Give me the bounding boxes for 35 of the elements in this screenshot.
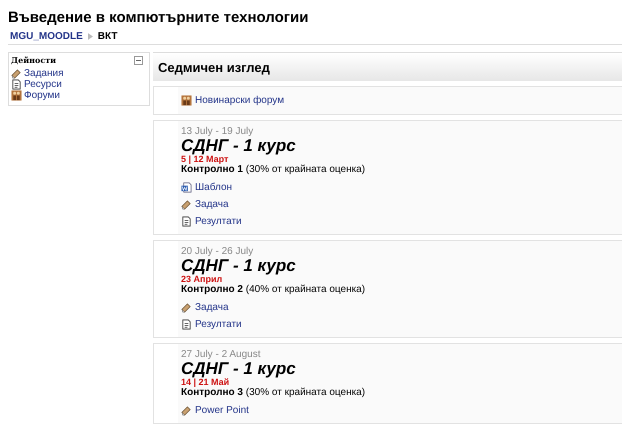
resource-link[interactable]: Шаблон <box>195 179 232 196</box>
resource-link[interactable]: Резултати <box>195 213 242 230</box>
week-title: СДНГ - 1 курс <box>181 257 297 274</box>
news-forum-link[interactable]: Новинарски форум <box>195 92 284 109</box>
week-dates: 20 July - 26 July <box>181 246 254 257</box>
date-note: 14 | 21 Май <box>181 377 230 387</box>
people-icon <box>181 95 192 106</box>
block-title: Дейности <box>11 55 56 65</box>
collapse-icon[interactable] <box>134 56 143 64</box>
date-note: 5 | 12 Март <box>181 154 228 164</box>
assessment-text: Контролно 1 (30% от крайната оценка) <box>181 164 366 176</box>
document-icon <box>181 319 192 330</box>
separator-arrow-icon <box>88 32 93 40</box>
activity-link[interactable]: Ресурси <box>24 80 62 90</box>
document-icon <box>11 79 22 90</box>
activity-link[interactable]: Форуми <box>24 90 60 100</box>
breadcrumb-link[interactable]: MGU_MOODLE <box>10 30 83 42</box>
resource-link[interactable]: Power Point <box>195 402 249 419</box>
word-document-icon <box>181 182 192 193</box>
week-dates: 27 July - 2 August <box>181 349 262 360</box>
week-title: СДНГ - 1 курс <box>181 360 297 377</box>
assessment-text: Контролно 3 (30% от крайната оценка) <box>181 387 366 399</box>
week-title: СДНГ - 1 курс <box>181 137 297 154</box>
resource-link[interactable]: Задача <box>195 299 229 316</box>
week-dates: 13 July - 19 July <box>181 126 254 137</box>
breadcrumb-current: ВКТ <box>98 30 118 42</box>
assessment-text: Контролно 2 (40% от крайната оценка) <box>181 284 366 296</box>
resource-link[interactable]: Резултати <box>195 316 242 333</box>
date-note: 23 Април <box>181 274 222 284</box>
section-heading: Седмичен изглед <box>158 60 270 74</box>
page-title: Въведение в компютърните технологии <box>8 8 310 27</box>
resource-link[interactable]: Задача <box>195 196 229 213</box>
activity-link[interactable]: Задания <box>24 68 64 78</box>
people-icon <box>11 90 22 101</box>
document-icon <box>181 216 192 227</box>
